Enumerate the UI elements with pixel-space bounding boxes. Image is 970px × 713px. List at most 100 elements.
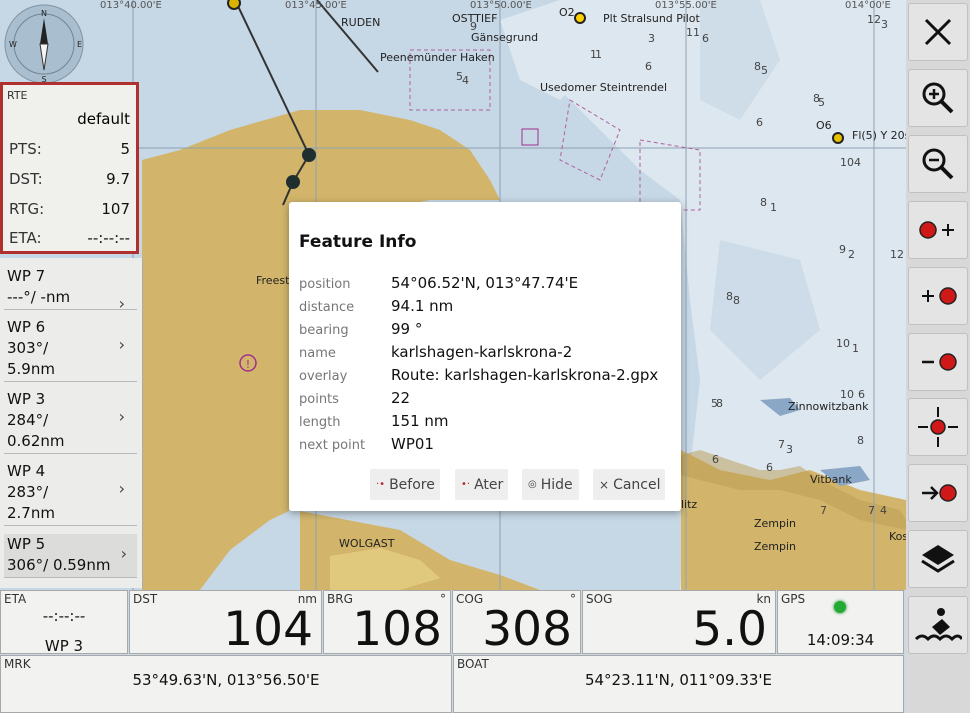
depth-sounding: 6 (645, 60, 652, 73)
depth-sounding: 4 (854, 156, 861, 169)
layers-button[interactable] (908, 530, 968, 588)
wp-course: 303°/ (7, 339, 49, 357)
list-item-wp7[interactable]: WP 7 ---°/ -nm › (4, 266, 137, 313)
depth-sounding: 3 (786, 443, 793, 456)
depth-sounding: 8 (813, 92, 820, 105)
mrk-value: 53°49.63'N, 013°56.50'E (132, 671, 320, 689)
wp-course: ---°/ -nm (7, 288, 71, 306)
place-label: Freest (256, 274, 290, 287)
field-key: bearing (299, 323, 349, 338)
place-label: Gänsegrund (471, 31, 539, 44)
center-target-icon (918, 407, 958, 447)
gps-time: 14:09:34 (806, 631, 875, 649)
field-value: 54°06.52'N, 013°47.74'E (391, 274, 579, 292)
depth-sounding: 8 (857, 434, 864, 447)
boat-value: 54°23.11'N, 011°09.33'E (584, 671, 773, 689)
depth-sounding: 12 (890, 248, 904, 261)
depth-sounding: 6 (766, 461, 773, 474)
gps-panel[interactable]: GPS 14:09:34 (777, 590, 904, 654)
wp-course: 283°/ (7, 483, 49, 501)
list-item-wp5[interactable]: WP 5 306°/ 0.59nm › (4, 534, 137, 578)
cog-value: 308 (482, 602, 572, 657)
hide-button[interactable]: ◎ Hide (522, 469, 579, 500)
dst-panel[interactable]: DST nm 104 (129, 590, 322, 657)
go-to-waypoint-button[interactable] (908, 464, 968, 522)
route-panel-title: RTE (7, 89, 28, 102)
depth-sounding: 3 (648, 32, 655, 45)
add-waypoint-after-button[interactable] (908, 201, 968, 259)
grid-label: 014°00'E (845, 0, 891, 11)
field-value: 94.1 nm (391, 297, 454, 315)
after-button[interactable]: •· Ater (455, 469, 508, 500)
before-button[interactable]: ·• Before (370, 469, 440, 500)
waypoint-list[interactable]: WP 7 ---°/ -nm › WP 6 303°/ 5.9nm › WP 3… (0, 258, 143, 588)
wp-course: 306°/ 0.59nm (7, 556, 111, 574)
gps-label: GPS (781, 592, 806, 606)
wp-name: WP 4 (7, 462, 46, 480)
place-label: Usedomer Steintrendel (540, 81, 667, 94)
route-rtg-value: 107 (101, 200, 130, 218)
boat-panel[interactable]: BOAT 54°23.11'N, 011°09.33'E (453, 655, 904, 713)
svg-text:E: E (77, 40, 82, 49)
route-dst-value: 9.7 (106, 170, 130, 188)
list-item-wp3[interactable]: WP 3 284°/ 0.62nm › (4, 389, 137, 454)
depth-sounding: 4 (462, 74, 469, 87)
brg-value: 108 (352, 602, 442, 657)
compass-rose-icon[interactable]: N S W E (4, 4, 84, 84)
mrk-panel[interactable]: MRK 53°49.63'N, 013°56.50'E (0, 655, 452, 713)
depth-sounding: 8 (733, 294, 740, 307)
depth-sounding: 5 (761, 64, 768, 77)
feature-info-dialog[interactable]: Feature Info position 54°06.52'N, 013°47.… (289, 202, 681, 511)
svg-text:!: ! (246, 358, 250, 371)
delete-waypoint-button[interactable] (908, 333, 968, 391)
cog-panel[interactable]: COG ° 308 (452, 590, 581, 657)
boat-label: BOAT (457, 657, 489, 671)
grid-label: 013°50.00'E (470, 0, 532, 11)
sog-panel[interactable]: SOG kn 5.0 (582, 590, 776, 657)
depth-sounding: 6 (858, 388, 865, 401)
zoom-in-button[interactable] (908, 69, 968, 127)
chevron-right-icon: › (118, 407, 125, 426)
light-label: Fl(5) Y 20s (852, 129, 911, 142)
zoom-out-button[interactable] (908, 135, 968, 193)
route-info-panel[interactable]: RTE default PTS: 5 DST: 9.7 RTG: 107 ETA: --… (0, 82, 139, 254)
close-icon: × (599, 477, 610, 492)
eta-time: --:--:-- (42, 607, 86, 625)
field-value: 99 ° (391, 320, 423, 338)
depth-sounding: 3 (881, 18, 888, 31)
wp-distance: 2.7nm (7, 504, 55, 522)
brg-label: BRG (327, 592, 353, 606)
go-to-waypoint-icon (922, 484, 957, 502)
depth-sounding: 4 (880, 504, 887, 517)
list-item-wp6[interactable]: WP 6 303°/ 5.9nm › (4, 317, 137, 382)
route-dst-row: DST: 9.7 (9, 170, 130, 188)
sog-label: SOG (586, 592, 613, 606)
depth-sounding: 8 (760, 196, 767, 209)
eta-panel[interactable]: ETA --:--:-- WP 3 (0, 590, 128, 655)
route-pts-row: PTS: 5 (9, 140, 130, 158)
add-waypoint-before-button[interactable] (908, 267, 968, 325)
field-key: next point (299, 438, 366, 453)
add-waypoint-before-icon (922, 287, 957, 305)
cancel-button[interactable]: × Cancel (593, 469, 665, 500)
zoom-out-icon (922, 148, 954, 180)
route-dst-label: DST: (9, 170, 43, 188)
close-button[interactable] (908, 3, 968, 61)
field-key: length (299, 415, 341, 430)
route-eta-row: ETA: --:--:-- (9, 229, 130, 247)
wp-distance: 0.62nm (7, 432, 65, 450)
grid-label: 013°55.00'E (655, 0, 717, 11)
eta-label: ETA (4, 592, 27, 606)
route-rtg-row: RTG: 107 (9, 200, 130, 218)
place-label: WOLGAST (339, 537, 395, 550)
list-item-wp4[interactable]: WP 4 283°/ 2.7nm › (4, 461, 137, 526)
anchor-watch-button[interactable] (908, 596, 968, 654)
depth-sounding: 9 (839, 243, 846, 256)
close-icon (924, 18, 952, 46)
brg-panel[interactable]: BRG ° 108 (323, 590, 451, 657)
place-label: RUDEN (341, 16, 381, 29)
place-label: Zempin (754, 517, 797, 530)
field-value: Route: karlshagen-karlskrona-2.gpx (391, 366, 659, 384)
center-target-button[interactable] (908, 398, 968, 456)
chevron-right-icon: › (118, 294, 125, 313)
